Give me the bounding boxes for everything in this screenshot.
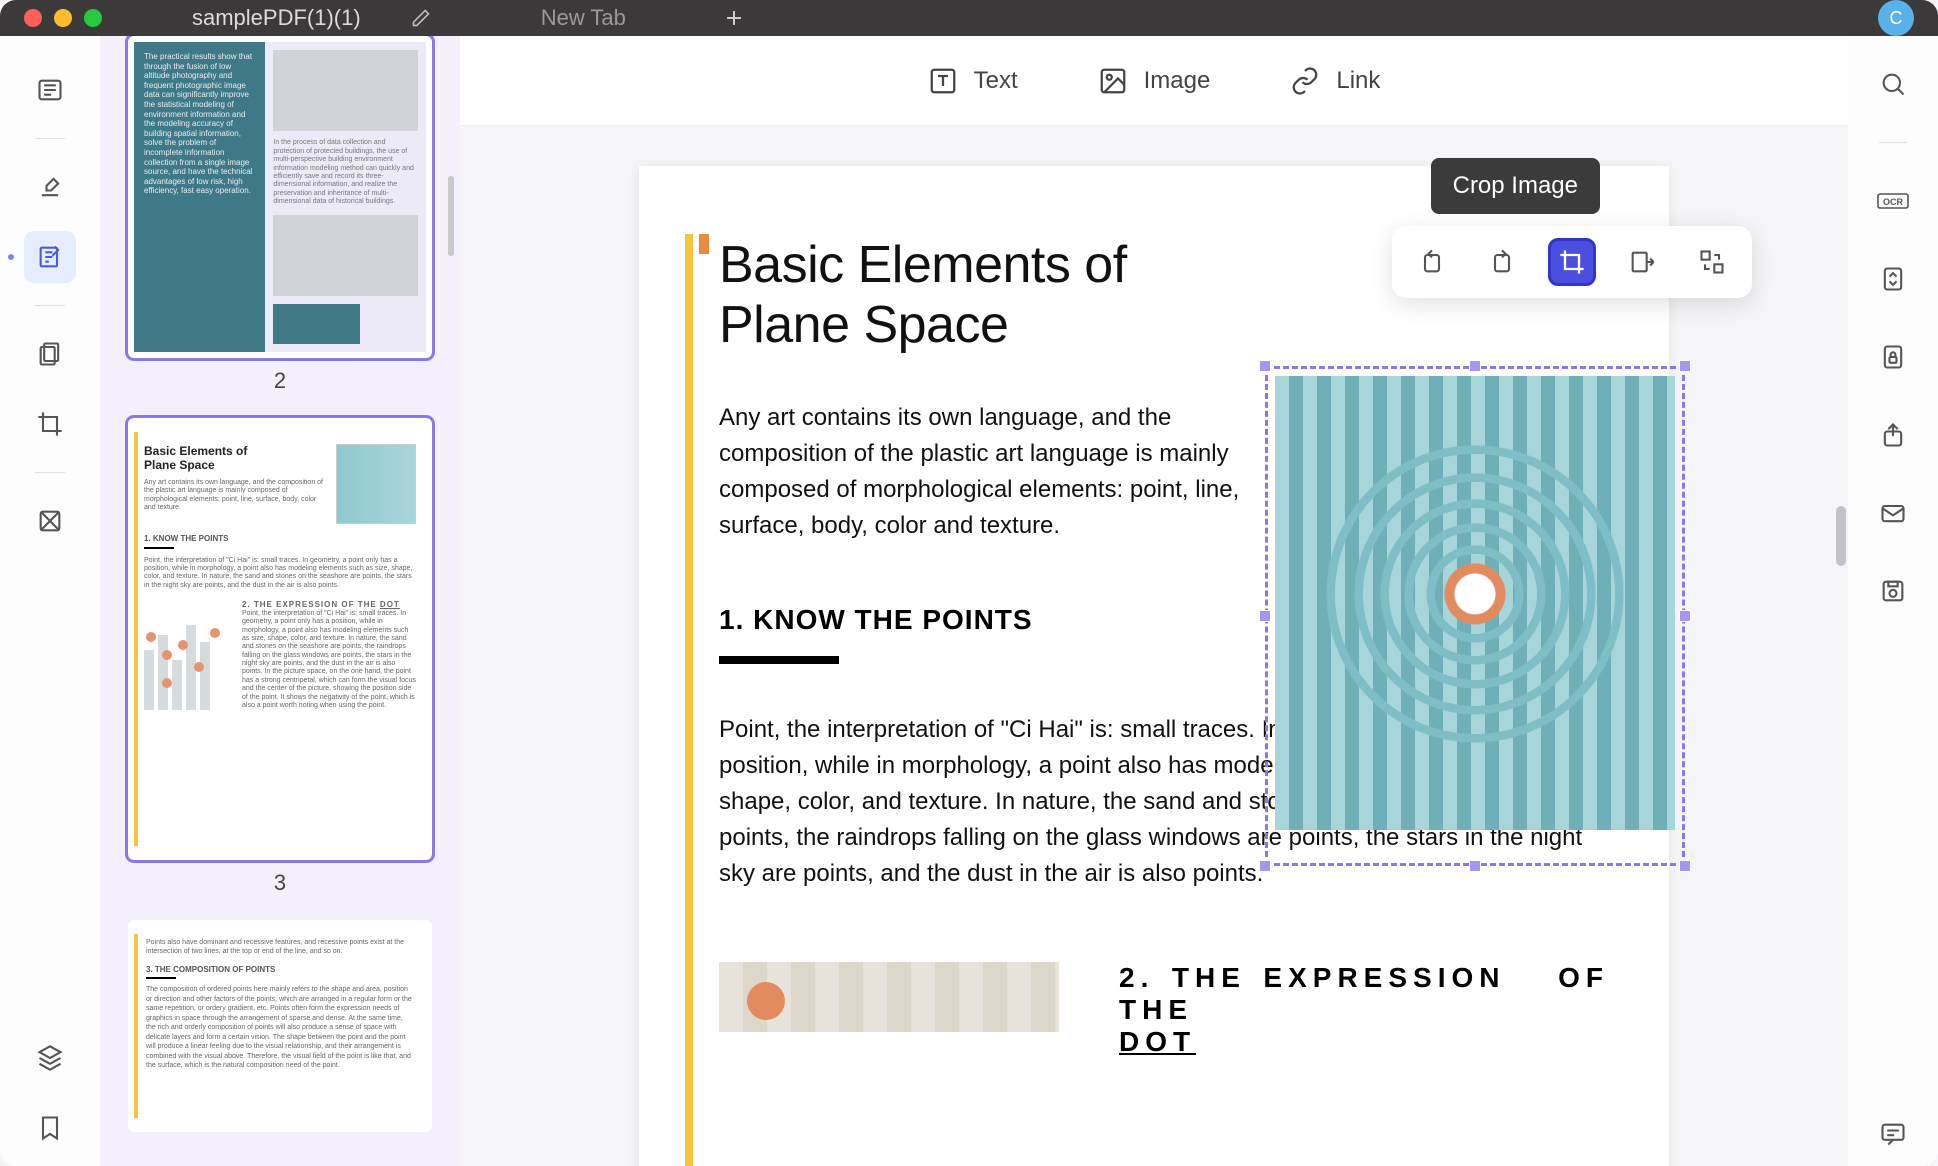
thumbnail-preview-text: Any art contains its own language, and t… xyxy=(144,479,328,513)
resize-handle-tr[interactable] xyxy=(1679,360,1691,372)
share-icon[interactable] xyxy=(1873,415,1913,455)
crop-icon[interactable] xyxy=(1548,238,1596,286)
tool-label: Image xyxy=(1144,67,1211,95)
divider xyxy=(35,138,65,139)
tab-label: New Tab xyxy=(541,5,626,31)
thumbnail-preview-text: The practical results show that through … xyxy=(134,42,265,352)
active-indicator-dot xyxy=(8,254,14,260)
thumbnail-image-placeholder xyxy=(273,50,418,131)
bookmark-icon[interactable] xyxy=(24,1102,76,1154)
titlebar: samplePDF(1)(1) New Tab C xyxy=(0,0,1938,36)
rotate-left-icon[interactable] xyxy=(1408,238,1456,286)
tool-label: Link xyxy=(1336,67,1380,95)
page-thumbnail[interactable]: The practical results show that through … xyxy=(128,36,432,358)
redact-icon[interactable] xyxy=(24,495,76,547)
search-icon[interactable] xyxy=(1873,64,1913,104)
app-window: samplePDF(1)(1) New Tab C xyxy=(0,0,1938,1166)
tab-new[interactable]: New Tab xyxy=(491,0,686,36)
image-selection[interactable] xyxy=(1265,366,1685,866)
highlighter-icon[interactable] xyxy=(24,161,76,213)
page-number: 3 xyxy=(128,870,432,896)
image-tool[interactable]: Image xyxy=(1098,66,1211,96)
accent-bar xyxy=(685,234,693,1166)
avatar[interactable]: C xyxy=(1878,0,1914,36)
save-icon[interactable] xyxy=(1873,571,1913,611)
resize-handle-mr[interactable] xyxy=(1679,610,1691,622)
thumbnail-preview-text: 2. THE EXPRESSION OF THE DOT Point, the … xyxy=(242,600,416,710)
resize-handle-bm[interactable] xyxy=(1469,860,1481,872)
accent-bar xyxy=(134,432,138,846)
document-page: Basic Elements of Plane Space Any art co… xyxy=(639,166,1669,1166)
page-title: Basic Elements of Plane Space xyxy=(719,236,1239,356)
selection-border xyxy=(1265,366,1685,866)
mail-icon[interactable] xyxy=(1873,493,1913,533)
accent-bar xyxy=(134,934,138,1118)
resize-handle-bl[interactable] xyxy=(1259,860,1271,872)
inline-image xyxy=(719,962,1059,1032)
edit-toolbar: Text Image Link xyxy=(460,36,1848,126)
thumbnail-image-placeholder xyxy=(336,444,416,524)
image-context-toolbar xyxy=(1392,226,1752,298)
tooltip: Crop Image xyxy=(1431,158,1600,214)
thumbnail-preview-text: The composition of ordered points here m… xyxy=(146,985,414,1070)
lock-icon[interactable] xyxy=(1873,337,1913,377)
scrollbar-thumb[interactable] xyxy=(448,176,454,256)
text-tool[interactable]: Text xyxy=(928,66,1018,96)
thumbnail-preview-text: In the process of data collection and pr… xyxy=(273,139,418,206)
tab-label: samplePDF(1)(1) xyxy=(192,5,361,31)
thumbnail-title: Basic Elements ofPlane Space xyxy=(144,444,328,473)
tab-active[interactable]: samplePDF(1)(1) xyxy=(142,0,491,36)
resize-handle-ml[interactable] xyxy=(1259,610,1271,622)
reader-mode-icon[interactable] xyxy=(24,64,76,116)
traffic-lights xyxy=(24,9,102,27)
intro-paragraph: Any art contains its own language, and t… xyxy=(719,400,1249,544)
crop-page-icon[interactable] xyxy=(24,398,76,450)
divider xyxy=(35,472,65,473)
accent-marker xyxy=(699,234,709,254)
thumbnail-section-heading: 1. KNOW THE POINTS xyxy=(144,534,416,544)
pages-icon[interactable] xyxy=(24,328,76,380)
annotate-icon[interactable] xyxy=(24,231,76,283)
pencil-icon[interactable] xyxy=(411,8,431,28)
minimize-window-button[interactable] xyxy=(54,9,72,27)
page-thumbnail[interactable]: Basic Elements ofPlane Space Any art con… xyxy=(128,418,432,860)
thumbnail-section-heading: 3. THE COMPOSITION OF POINTS xyxy=(146,965,414,975)
thumbnail-image-placeholder xyxy=(273,215,418,296)
convert-icon[interactable] xyxy=(1873,259,1913,299)
replace-icon[interactable] xyxy=(1688,238,1736,286)
ocr-icon[interactable]: OCR xyxy=(1873,181,1913,221)
tab-strip: samplePDF(1)(1) New Tab xyxy=(142,0,746,36)
rotate-right-icon[interactable] xyxy=(1478,238,1526,286)
app-body: The practical results show that through … xyxy=(0,36,1938,1166)
avatar-initial: C xyxy=(1890,8,1903,29)
heading-underline xyxy=(719,656,839,664)
tooltip-text: Crop Image xyxy=(1453,172,1578,199)
right-rail: OCR xyxy=(1848,36,1938,1166)
resize-handle-tm[interactable] xyxy=(1469,360,1481,372)
maximize-window-button[interactable] xyxy=(84,9,102,27)
resize-handle-br[interactable] xyxy=(1679,860,1691,872)
page-thumbnail[interactable]: Points also have dominant and recessive … xyxy=(128,920,432,1132)
thumbnail-preview-text: Point, the interpretation of "Ci Hai" is… xyxy=(144,557,416,591)
main-area: Text Image Link Crop Image xyxy=(460,36,1848,1166)
left-rail xyxy=(0,36,100,1166)
tool-label: Text xyxy=(974,67,1018,95)
comment-icon[interactable] xyxy=(1873,1114,1913,1154)
export-icon[interactable] xyxy=(1618,238,1666,286)
scrollbar-thumb[interactable] xyxy=(1836,506,1846,566)
page-number: 2 xyxy=(128,368,432,394)
thumbnail-panel: The practical results show that through … xyxy=(100,36,460,1166)
layers-icon[interactable] xyxy=(24,1032,76,1084)
section-heading: 2. THE EXPRESSION OF THEDOT xyxy=(1119,962,1609,1058)
new-tab-button[interactable] xyxy=(722,6,746,30)
close-window-button[interactable] xyxy=(24,9,42,27)
divider xyxy=(1879,142,1907,143)
thumbnail-preview-text: Points also have dominant and recessive … xyxy=(146,938,414,957)
resize-handle-tl[interactable] xyxy=(1259,360,1271,372)
link-tool[interactable]: Link xyxy=(1290,66,1380,96)
divider xyxy=(35,305,65,306)
svg-text:OCR: OCR xyxy=(1883,197,1904,207)
thumbnail-color-block xyxy=(273,304,360,344)
